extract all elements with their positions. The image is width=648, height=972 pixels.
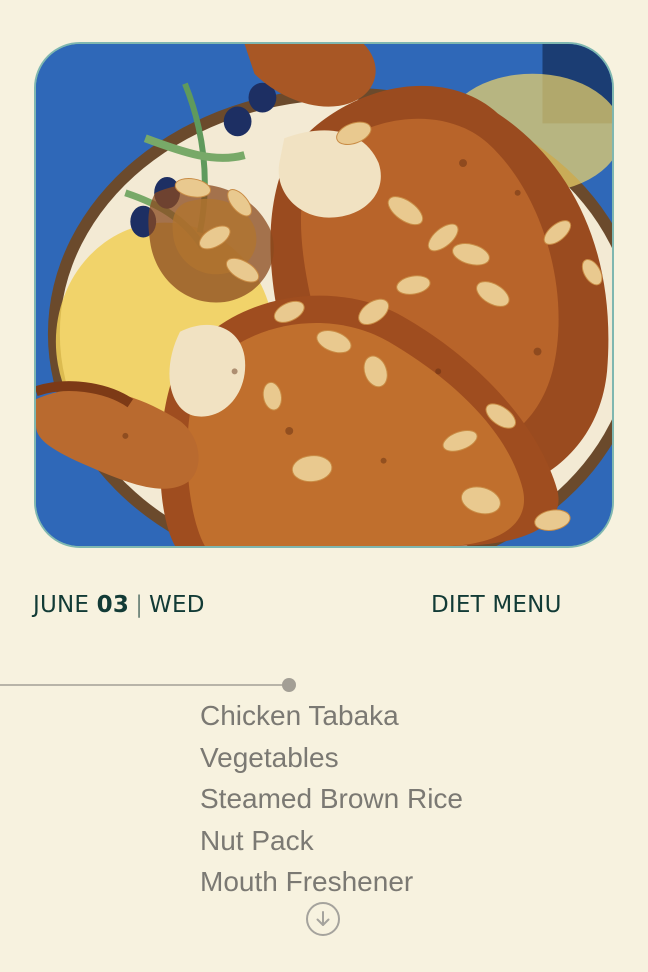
roasted-chicken-illustration (36, 44, 612, 546)
timeline-dot (282, 678, 296, 692)
scroll-down-button[interactable] (306, 902, 340, 936)
date-separator: | (135, 592, 144, 618)
menu-item-vegetables: Vegetables (200, 741, 339, 773)
arrow-down-circle-icon (316, 911, 330, 926)
menu-item-nut-pack: Nut Pack (200, 824, 314, 856)
hero-food-image (34, 42, 614, 548)
diet-menu-title: DIET MENU (431, 592, 562, 618)
menu-items-list: Chicken Tabaka Vegetables Steamed Brown … (200, 695, 620, 903)
menu-item-mouth-freshener: Mouth Freshener (200, 866, 414, 897)
menu-item-steamed-brown-rice: Steamed Brown Rice (200, 783, 464, 814)
date-weekday: WED (149, 592, 205, 618)
menu-item-chicken-tabaka: Chicken Tabaka (200, 700, 399, 731)
date-day: 03 (96, 592, 130, 618)
date-month: JUNE (33, 592, 90, 618)
menu-date: JUNE 03 | WED (33, 592, 205, 618)
timeline-line (0, 684, 290, 686)
